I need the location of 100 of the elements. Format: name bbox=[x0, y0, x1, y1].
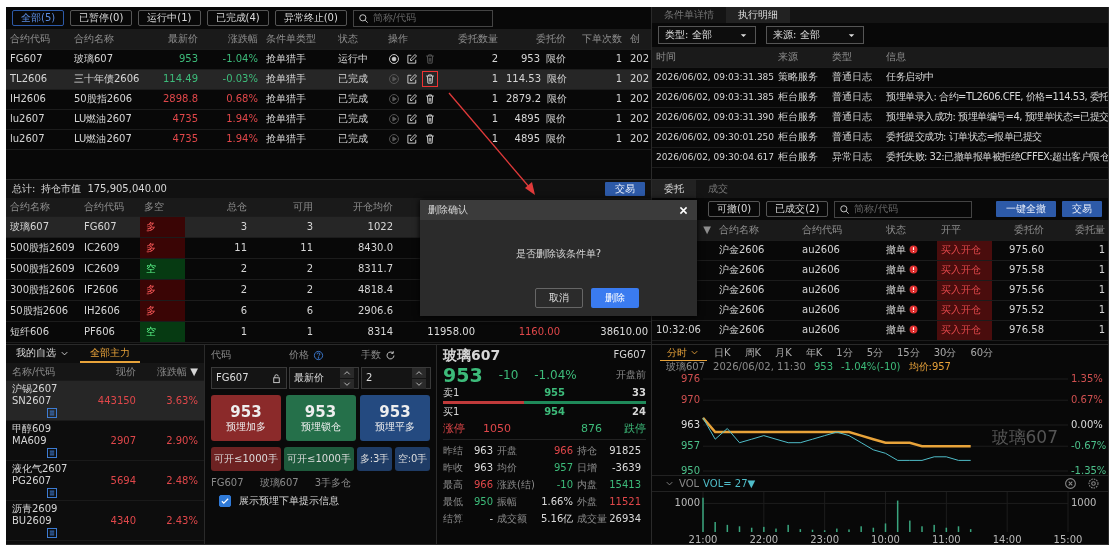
edit-icon[interactable] bbox=[406, 53, 418, 65]
period-tab[interactable]: 5分 bbox=[859, 345, 890, 361]
table-cell: 50股指2606 bbox=[70, 89, 142, 109]
column-header: 类型 bbox=[828, 47, 882, 67]
play-icon[interactable] bbox=[388, 133, 400, 145]
increment-button[interactable] bbox=[340, 367, 354, 378]
filter-button[interactable]: 全部(5) bbox=[12, 10, 65, 26]
price-text: 4895 bbox=[513, 113, 540, 125]
column-header: 开平 bbox=[937, 220, 992, 240]
filter-button[interactable]: 已完成(4) bbox=[206, 10, 269, 26]
change-text: -10 bbox=[498, 368, 519, 383]
play-icon[interactable] bbox=[388, 93, 400, 105]
table-cell: 2026/06/02, 09:03:31.385 bbox=[652, 87, 774, 107]
period-tab[interactable]: 30分 bbox=[926, 345, 964, 361]
increment-button[interactable] bbox=[412, 367, 426, 378]
quantity-input[interactable]: 2 bbox=[366, 372, 412, 384]
table-row[interactable]: lu2607 LU燃油2607 4735 1.94% 抢单猎手 已完成 1 4895 限价 1 202 bbox=[6, 129, 651, 149]
order-button[interactable]: 953 预埋锁仓 bbox=[285, 395, 356, 441]
settings-icon[interactable] bbox=[1087, 477, 1100, 490]
table-row[interactable]: IH2606 50股指2606 2898.8 0.68% 抢单猎手 已完成 1 2879.2 限价 1 202 bbox=[6, 89, 651, 109]
table-cell: LU燃油2607 bbox=[70, 129, 142, 149]
price-change-text: 0.68% bbox=[226, 93, 258, 104]
limit-button[interactable]: 多:3手 bbox=[357, 447, 392, 471]
column-header: 委托量 bbox=[1048, 220, 1108, 240]
search-input[interactable]: 简称/代码 bbox=[372, 12, 483, 24]
tab[interactable]: 执行明细 bbox=[726, 7, 790, 23]
limit-label: 涨停 bbox=[443, 421, 465, 435]
price-input[interactable]: 最新价 bbox=[294, 372, 340, 384]
close-icon[interactable] bbox=[1064, 477, 1077, 490]
filter-button[interactable]: 已成交(2) bbox=[766, 201, 829, 217]
edit-icon[interactable] bbox=[406, 93, 418, 105]
limit-button[interactable]: 可开≤1000手 bbox=[284, 447, 354, 471]
filter-button[interactable]: 运行中(1) bbox=[138, 10, 201, 26]
edit-icon[interactable] bbox=[406, 133, 418, 145]
stat-label: 涨跌(结) bbox=[497, 478, 536, 491]
column-header: 合约名称 bbox=[70, 29, 142, 49]
tab[interactable]: 成交 bbox=[696, 180, 740, 198]
table-row[interactable]: FG607 玻璃607 953 -1.04% 抢单猎手 运行中 2 953 限价 1 202 bbox=[6, 49, 651, 69]
down-icon bbox=[343, 380, 351, 387]
period-tab[interactable]: 1分 bbox=[829, 345, 860, 361]
table-cell: 1 bbox=[570, 129, 626, 149]
quantity-field[interactable]: 2 bbox=[361, 367, 431, 389]
filter-button[interactable]: 异常终止(0) bbox=[274, 10, 347, 26]
period-tab[interactable]: 月K bbox=[768, 345, 799, 361]
decrement-button[interactable] bbox=[340, 378, 354, 389]
close-button[interactable] bbox=[678, 204, 689, 216]
table-cell: 任务启动中 bbox=[882, 67, 1108, 87]
decrement-button[interactable] bbox=[412, 378, 426, 389]
up-icon bbox=[343, 369, 351, 376]
filter-dropdown[interactable]: 类型: 全部 bbox=[658, 26, 756, 44]
edit-icon[interactable] bbox=[406, 113, 418, 125]
edit-icon[interactable] bbox=[406, 73, 418, 85]
dialog-button[interactable]: 取消 bbox=[535, 288, 583, 308]
volume-bar bbox=[896, 500, 899, 532]
code-input[interactable]: FG607 bbox=[216, 372, 271, 384]
table-row[interactable]: 短纤606 PF606 空 1 1 8314 11958.00 1160.00 38610.00 bbox=[6, 321, 651, 342]
limit-button[interactable]: 可开≤1000手 bbox=[211, 447, 281, 471]
status-text: 撤单 bbox=[886, 264, 906, 275]
period-tab[interactable]: 分时 bbox=[660, 345, 707, 361]
period-tab[interactable]: 15分 bbox=[890, 345, 927, 361]
tab[interactable]: 委托 bbox=[652, 180, 696, 198]
table-cell: 预埋单录入成功: 预埋单编号=4, 预埋单状态=已提交 bbox=[882, 107, 1108, 127]
stop-icon[interactable] bbox=[388, 53, 400, 65]
action-button[interactable]: 交易 bbox=[1062, 201, 1102, 217]
code-field[interactable]: FG607 bbox=[211, 367, 287, 389]
price-field[interactable]: 最新价 bbox=[289, 367, 359, 389]
table-row[interactable]: TL2606 三十年债2606 114.49 -0.03% 抢单猎手 已完成 1 114.53 限价 1 202 bbox=[6, 69, 651, 89]
axis-label: -1.35% bbox=[1071, 465, 1107, 475]
checkbox[interactable] bbox=[219, 495, 231, 507]
watchlist-item[interactable]: 沥青2609 BU2609 4340 2.43% bbox=[6, 501, 204, 541]
period-tab[interactable]: 日K bbox=[707, 345, 738, 361]
table-cell: 202 bbox=[626, 109, 651, 129]
search-input[interactable]: 简称/代码 bbox=[854, 203, 965, 215]
tab[interactable]: 我的自选 bbox=[6, 345, 80, 363]
order-button[interactable]: 953 预埋平多 bbox=[360, 395, 430, 441]
table-cell: 2 bbox=[251, 258, 317, 279]
column-header: 开仓均价 bbox=[317, 198, 397, 216]
filter-dropdown[interactable]: 来源: 全部 bbox=[766, 26, 864, 44]
stat-label: 开盘 bbox=[497, 444, 518, 457]
watchlist-item[interactable]: 液化气2607 PG2607 5694 2.48% bbox=[6, 461, 204, 501]
column-header: 创 bbox=[626, 29, 651, 49]
action-button[interactable]: 一键全撤 bbox=[996, 201, 1056, 217]
tab[interactable]: 条件单详情 bbox=[652, 7, 726, 23]
dialog-button[interactable]: 删除 bbox=[591, 288, 639, 308]
search-field[interactable]: 简称/代码 bbox=[834, 200, 973, 218]
filter-button[interactable]: 可撤(0) bbox=[708, 201, 761, 217]
period-tab[interactable]: 60分 bbox=[963, 345, 1001, 361]
period-tab[interactable]: 周K bbox=[737, 345, 769, 361]
order-button[interactable]: 953 预埋加多 bbox=[211, 395, 281, 441]
column-header: 操作 bbox=[384, 29, 446, 49]
table-cell: 已完成 bbox=[334, 89, 384, 109]
limit-button[interactable]: 空:0手 bbox=[395, 447, 430, 471]
search-field[interactable]: 简称/代码 bbox=[352, 9, 493, 27]
period-tab[interactable]: 年K bbox=[798, 345, 830, 361]
table-row[interactable]: lu2607 LU燃油2607 4735 1.94% 抢单猎手 已完成 1 4895 限价 1 202 bbox=[6, 109, 651, 129]
trade-button[interactable]: 交易 bbox=[605, 182, 645, 196]
watchlist-item[interactable]: 沪锡2607 SN2607 443150 3.63% bbox=[6, 381, 204, 421]
watchlist-item[interactable]: 甲醇609 MA609 2907 2.90% bbox=[6, 421, 204, 461]
play-icon[interactable] bbox=[388, 113, 400, 125]
filter-button[interactable]: 已暂停(0) bbox=[70, 10, 133, 26]
